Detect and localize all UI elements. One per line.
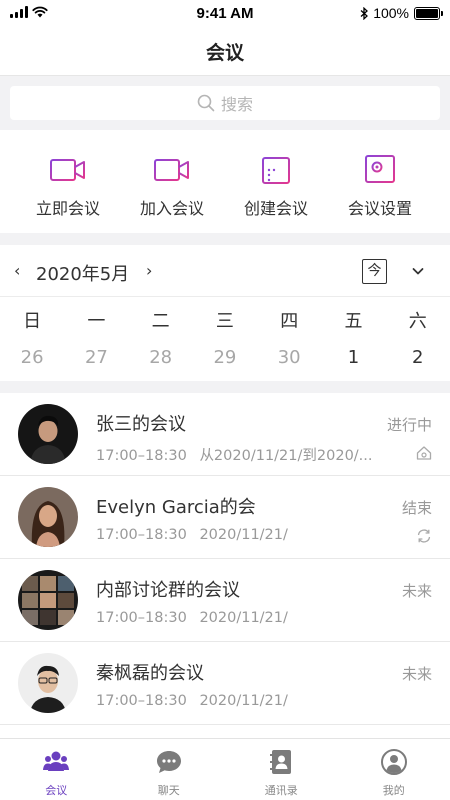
search-section: 搜索 <box>0 76 450 130</box>
meeting-date: 2020/11/21/ <box>199 527 288 543</box>
meeting-settings-label: 会议设置 <box>347 199 412 218</box>
join-meeting-icon <box>154 159 189 181</box>
tab-chat[interactable]: 聊天 <box>113 739 226 800</box>
meeting-settings-button[interactable]: 会议设置 <box>328 130 432 233</box>
meeting-time: 17:00–18:30 2020/11/21/ <box>96 610 396 626</box>
chat-bubble-icon <box>156 751 181 773</box>
search-input[interactable]: 搜索 <box>10 86 440 120</box>
calendar-date[interactable]: 26 <box>0 337 64 381</box>
calendar-header: ‹ 2020年5月 › 今 <box>0 245 450 297</box>
search-placeholder: 搜索 <box>220 95 253 114</box>
meeting-time-range: 17:00–18:30 <box>96 693 187 709</box>
meeting-time-range: 17:00–18:30 <box>96 527 187 543</box>
section-divider <box>0 233 450 245</box>
meeting-title: 秦枫磊的会议 <box>96 663 204 684</box>
prev-month-button[interactable]: ‹ <box>14 261 20 280</box>
calendar-month: 2020年5月 <box>36 264 130 285</box>
weekday-label: 五 <box>344 311 363 332</box>
meeting-time-range: 17:00–18:30 <box>96 610 187 626</box>
video-camera-icon <box>50 159 85 181</box>
repeat-icon <box>417 529 431 543</box>
tab-label: 会议 <box>45 784 68 797</box>
nav-bar: 会议 <box>0 28 450 76</box>
join-meeting-button[interactable]: 加入会议 <box>120 130 224 233</box>
settings-icon <box>365 155 395 183</box>
quick-actions: 立即会议 加入会议 创建会议 会议设置 <box>0 130 450 233</box>
join-meeting-label: 加入会议 <box>139 199 204 218</box>
meeting-status: 结束 <box>401 499 432 517</box>
meeting-item[interactable]: Evelyn Garcia的会 17:00–18:30 2020/11/21/ … <box>0 476 450 559</box>
meeting-item[interactable]: 张三的会议 17:00–18:30 从2020/11/21/到2020/... … <box>0 393 450 476</box>
calendar-add-icon <box>262 155 290 184</box>
calendar-date[interactable]: 29 <box>193 337 257 381</box>
meeting-time: 17:00–18:30 2020/11/21/ <box>96 527 396 543</box>
tab-label: 聊天 <box>157 784 180 797</box>
battery-icon <box>414 6 443 20</box>
meeting-title: Evelyn Garcia的会 <box>96 497 256 518</box>
start-meeting-button[interactable]: 立即会议 <box>16 130 120 233</box>
calendar-date[interactable]: 1 <box>321 337 385 381</box>
meeting-status: 未来 <box>401 665 432 683</box>
date-row: 26 27 28 29 30 1 2 <box>0 337 450 381</box>
calendar-date[interactable]: 27 <box>64 337 128 381</box>
calendar-date[interactable]: 2 <box>386 337 450 381</box>
meeting-list: 张三的会议 17:00–18:30 从2020/11/21/到2020/... … <box>0 393 450 725</box>
battery-level <box>416 8 438 18</box>
chevron-down-icon[interactable] <box>410 263 426 279</box>
weekday-label: 四 <box>280 311 299 332</box>
avatar <box>18 487 78 547</box>
avatar <box>18 570 78 630</box>
people-icon <box>43 751 70 771</box>
meeting-status: 进行中 <box>386 416 432 434</box>
profile-icon <box>380 749 407 775</box>
weekday-label: 日 <box>23 311 42 332</box>
create-meeting-label: 创建会议 <box>243 199 308 218</box>
weekday-label: 三 <box>215 311 234 332</box>
meeting-item[interactable]: 秦枫磊的会议 17:00–18:30 2020/11/21/ 未来 <box>0 642 450 725</box>
meeting-time: 17:00–18:30 2020/11/21/ <box>96 693 396 709</box>
create-meeting-button[interactable]: 创建会议 <box>224 130 328 233</box>
meeting-time: 17:00–18:30 从2020/11/21/到2020/... <box>96 444 396 465</box>
status-bar: 9:41 AM 100% <box>0 0 450 28</box>
tab-profile[interactable]: 我的 <box>338 739 450 800</box>
calendar-date[interactable]: 28 <box>129 337 193 381</box>
meeting-status: 未来 <box>401 582 432 600</box>
meeting-time-range: 17:00–18:30 <box>96 448 187 464</box>
section-divider <box>0 381 450 393</box>
tab-bar: 会议 聊天 通讯录 我的 <box>0 738 450 800</box>
weekday-label: 二 <box>151 311 170 332</box>
today-button[interactable]: 今 <box>362 259 387 284</box>
calendar-date[interactable]: 30 <box>257 337 321 381</box>
weekday-label: 一 <box>87 311 106 332</box>
page-title: 会议 <box>205 42 244 64</box>
battery-percent: 100% <box>373 5 409 21</box>
contacts-icon <box>270 750 292 774</box>
start-meeting-label: 立即会议 <box>35 199 100 218</box>
weekday-label: 六 <box>408 311 427 332</box>
next-month-button[interactable]: › <box>146 261 152 280</box>
tab-label: 我的 <box>382 784 405 797</box>
meeting-title: 张三的会议 <box>96 414 186 435</box>
meeting-date: 2020/11/21/ <box>199 610 288 626</box>
status-right: 100% <box>360 5 443 21</box>
tab-label: 通讯录 <box>264 784 298 797</box>
meeting-date: 从2020/11/21/到2020/... <box>199 448 373 464</box>
home-icon <box>416 446 432 460</box>
bluetooth-icon <box>360 6 369 20</box>
meeting-item[interactable]: 内部讨论群的会议 17:00–18:30 2020/11/21/ 未来 <box>0 559 450 642</box>
avatar <box>18 653 78 713</box>
search-icon <box>197 94 215 112</box>
tab-contacts[interactable]: 通讯录 <box>225 739 338 800</box>
meeting-date: 2020/11/21/ <box>199 693 288 709</box>
avatar <box>18 404 78 464</box>
weekday-row: 日 一 二 三 四 五 六 <box>0 297 450 337</box>
meeting-title: 内部讨论群的会议 <box>96 580 240 601</box>
tab-meetings[interactable]: 会议 <box>0 739 113 800</box>
